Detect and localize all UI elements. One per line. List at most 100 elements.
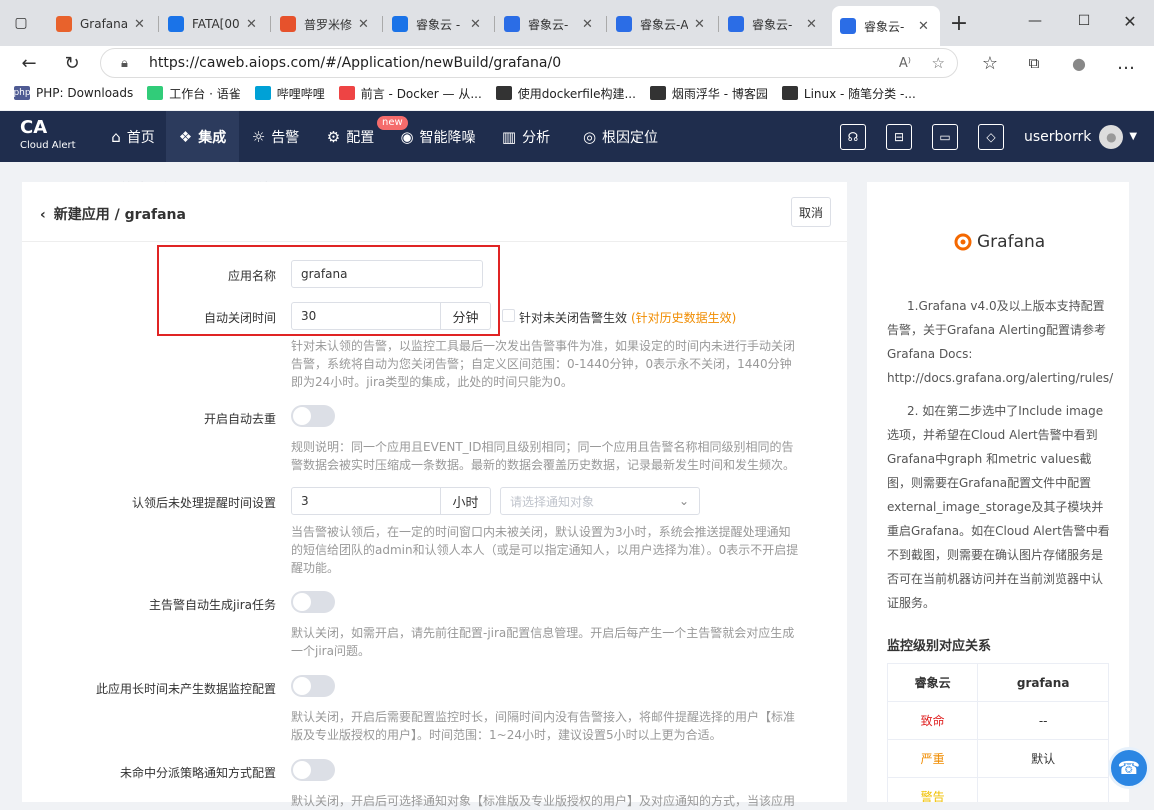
tab-5[interactable]: 睿象云- ✕	[496, 8, 604, 40]
auto-close-input[interactable]: 30	[291, 302, 441, 330]
tab-2[interactable]: FATA[000 ✕	[160, 8, 268, 40]
url-text: https://caweb.aiops.com/#/Application/ne…	[149, 55, 562, 71]
minimize-icon[interactable]: —	[1022, 8, 1048, 34]
divider	[22, 241, 847, 242]
bookmark-item[interactable]: 工作台 · 语雀	[147, 85, 241, 102]
bookmark-item[interactable]: 哔哩哔哩	[254, 85, 325, 102]
nav-label: 配置	[346, 129, 375, 146]
maximize-icon[interactable]: ☐	[1071, 8, 1097, 34]
tab-favicon-icon	[392, 16, 408, 32]
favorites-icon[interactable]: ☆	[977, 50, 1003, 76]
tab-close-icon[interactable]: ✕	[134, 17, 145, 32]
auto-close-unit: 分钟	[441, 302, 491, 330]
cancel-button[interactable]: 取消	[791, 197, 831, 227]
tab-close-icon[interactable]: ✕	[470, 17, 481, 32]
remind-label: 认领后未处理提醒时间设置	[131, 496, 276, 510]
info-paragraph-1: 1.Grafana v4.0及以上版本支持配置告警，关于Grafana Aler…	[887, 299, 1114, 385]
tab-close-icon[interactable]: ✕	[806, 17, 817, 32]
bookmark-favicon-icon	[781, 86, 798, 100]
book-icon[interactable]: ▭	[932, 124, 958, 150]
bookmarks-bar: php PHP: Downloads 工作台 · 语雀 哔哩哔哩 前言 - Docker…	[0, 80, 1154, 106]
unmatched-help: 默认关闭，开启后可选择通知对象【标准版及专业版授权的用户】及对应通知的方式，当该…	[291, 794, 796, 808]
notify-placeholder: 请选择通知对象	[510, 494, 595, 509]
tab-favicon-icon	[504, 16, 520, 32]
back-chevron-icon[interactable]: ‹	[40, 207, 46, 223]
history-note: (针对历史数据生效)	[631, 311, 737, 325]
level-cell: 严重	[886, 739, 979, 778]
bookmark-item[interactable]: Linux - 随笔分类 -...	[781, 85, 916, 102]
notify-select[interactable]: 请选择通知对象 ⌄	[500, 487, 700, 515]
bookmark-item[interactable]: 使用dockerfile构建...	[495, 85, 636, 102]
more-icon[interactable]: …	[1113, 50, 1139, 76]
table-row: 致命 --	[886, 701, 1109, 740]
nav-item-7[interactable]: ◎ 根因定位	[565, 111, 676, 162]
address-bar[interactable]: 🔒︎ https://caweb.aiops.com/#/Application…	[100, 48, 958, 78]
jira-toggle[interactable]	[291, 591, 335, 613]
read-aloud-icon[interactable]: A⁾	[899, 56, 911, 71]
logo-main: CA	[20, 117, 48, 138]
tab-6[interactable]: 睿象云-A ✕	[608, 8, 716, 40]
jira-help: 默认关闭，如需开启，请先前往配置-jira配置信息管理。开启后每产生一个主告警就…	[291, 626, 795, 658]
bookmark-label: 烟雨浮华 - 博客园	[671, 86, 768, 101]
tab-favicon-icon	[168, 16, 184, 32]
user-menu[interactable]: userborrk ● ▼	[1024, 111, 1137, 162]
logo[interactable]: CA Cloud Alert	[20, 119, 76, 151]
bookmark-favicon-icon	[649, 86, 666, 100]
tab-8[interactable]: 睿象云- ✕	[832, 6, 940, 46]
tab-7[interactable]: 睿象云- ✕	[720, 8, 828, 40]
tab-close-icon[interactable]: ✕	[582, 17, 593, 32]
add-favorite-icon[interactable]: ☆	[932, 54, 945, 72]
tab-close-icon[interactable]: ✕	[694, 17, 705, 32]
nav-item-3[interactable]: ☼ 告警	[239, 111, 312, 162]
nav-item-1[interactable]: ⌂ 首页	[100, 111, 166, 162]
tab-close-icon[interactable]: ✕	[246, 17, 257, 32]
remind-input[interactable]: 3	[291, 487, 441, 515]
close-window-icon[interactable]: ✕	[1117, 8, 1143, 34]
diamond-icon[interactable]: ◇	[978, 124, 1004, 150]
nav-item-2[interactable]: ❖ 集成	[166, 111, 239, 162]
chat-icon: ☎	[1117, 757, 1141, 779]
unmatched-toggle[interactable]	[291, 759, 335, 781]
nodata-toggle[interactable]	[291, 675, 335, 697]
chat-support-button[interactable]: ☎	[1108, 747, 1150, 789]
app-name-input[interactable]: grafana	[291, 260, 483, 288]
dedupe-toggle[interactable]	[291, 405, 335, 427]
tab-actions-icon[interactable]: ▢	[8, 10, 34, 36]
tab-3[interactable]: 普罗米修 ✕	[272, 8, 380, 40]
chevron-down-icon: ⌄	[678, 494, 689, 508]
new-tab-icon[interactable]: +	[946, 10, 972, 36]
bookmark-item[interactable]: php PHP: Downloads	[13, 86, 133, 100]
inbox-icon[interactable]: ⊟	[886, 124, 912, 150]
grafana-logo: Grafana	[953, 232, 1045, 252]
bookmark-favicon-icon: php	[13, 86, 31, 100]
tab-favicon-icon	[616, 16, 632, 32]
logo-sub: Cloud Alert	[20, 140, 76, 151]
bookmark-item[interactable]: 烟雨浮华 - 博客园	[649, 85, 768, 102]
grafana-value-cell	[977, 777, 1109, 802]
grafana-value-cell: --	[977, 701, 1109, 740]
tab-1[interactable]: Grafana ✕	[48, 8, 156, 40]
collections-icon[interactable]: ⧉	[1021, 50, 1047, 76]
headset-icon[interactable]: ☊	[840, 124, 866, 150]
profile-icon[interactable]: ●	[1066, 50, 1092, 76]
noise-icon: ◉	[400, 127, 414, 146]
auto-close-help: 针对未认领的告警，以监控工具最后一次发出告警事件为准，如果设定的时间内未进行手动…	[291, 339, 796, 389]
tab-label: 睿象云-	[864, 19, 905, 34]
refresh-icon[interactable]: ↻	[59, 50, 85, 76]
unclosed-checkbox-label: 针对未关闭告警生效	[519, 311, 628, 325]
back-icon[interactable]: ←	[16, 50, 42, 76]
tab-close-icon[interactable]: ✕	[358, 17, 369, 32]
table-row: 严重 默认	[886, 739, 1109, 778]
caret-down-icon: ▼	[1129, 131, 1138, 142]
app-header: CA Cloud Alert ⌂ 首页 ❖ 集成 ☼ 告警 ⚙ 配置 ◉ 智能降噪 ▥ 分析 ◎ 根因定位…	[0, 111, 1154, 162]
tab-4[interactable]: 睿象云 - ✕	[384, 8, 492, 40]
nodata-label: 此应用长时间未产生数据监控配置	[95, 682, 276, 696]
bookmark-favicon-icon	[338, 86, 355, 100]
bookmark-label: Linux - 随笔分类 -...	[803, 86, 916, 101]
nav-item-6[interactable]: ▥ 分析	[487, 111, 565, 162]
tab-separator	[270, 16, 271, 32]
bookmark-favicon-icon	[147, 86, 164, 100]
unclosed-checkbox[interactable]	[502, 309, 515, 322]
bookmark-item[interactable]: 前言 - Docker — 从...	[338, 85, 482, 102]
tab-close-icon[interactable]: ✕	[918, 19, 929, 34]
